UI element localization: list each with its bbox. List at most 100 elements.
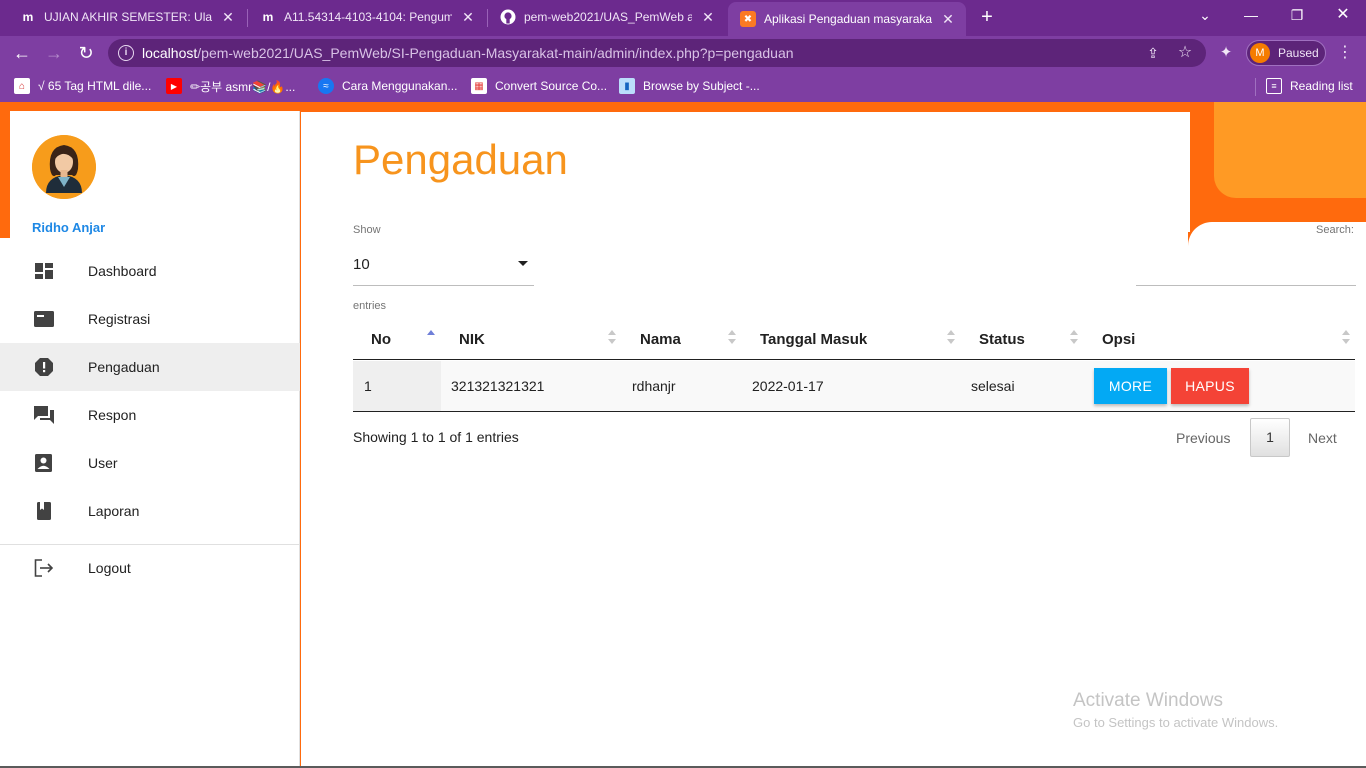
column-header-status[interactable]: Status [961,318,1085,360]
cell-status: selesai [971,378,1015,394]
sidebar-item-label: Respon [88,407,137,423]
bookmark-label: Browse by Subject -... [643,79,760,93]
close-icon[interactable]: ✕ [220,9,236,26]
column-header-label: Status [979,331,1025,348]
site-info-icon[interactable]: i [118,45,134,61]
column-header-label: Nama [640,331,681,348]
back-button[interactable]: ← [10,41,34,65]
sidebar-item-pengaduan[interactable]: Pengaduan [0,343,300,391]
menu-kebab-icon[interactable]: ⋮ [1336,44,1354,62]
moodle-icon: m [262,10,274,24]
youtube-icon: ▶ [166,78,182,94]
pagination-page-1[interactable]: 1 [1250,418,1290,457]
github-icon [500,9,516,25]
tab-title: A11.54314-4103-4104: Pengump [284,10,452,24]
url-path: /pem-web2021/UAS_PemWeb/SI-Pengaduan-Mas… [197,45,794,61]
sort-asc-icon [427,330,435,348]
document-icon: ▮ [619,78,635,94]
column-header-label: No [371,331,391,348]
sort-icon [947,330,955,348]
sidebar-item-label: User [88,455,118,471]
more-button[interactable]: MORE [1094,368,1167,404]
url-host: localhost [142,45,198,61]
sidebar-item-laporan[interactable]: Laporan [0,487,300,535]
column-header-nama[interactable]: Nama [622,318,742,360]
bookmark-cara-menggunakan[interactable]: ≈ Cara Menggunakan... [318,77,457,95]
tab-title: pem-web2021/UAS_PemWeb at [524,10,692,24]
reading-list-label: Reading list [1290,79,1353,93]
close-icon[interactable]: ✕ [940,11,956,28]
close-icon[interactable]: ✕ [700,9,716,26]
page-background: Ridho Anjar Dashboard Registrasi Pengadu… [0,102,1366,768]
reload-button[interactable]: ↻ [74,41,98,65]
tab-search-icon[interactable]: ⌄ [1182,0,1228,30]
pagination-next[interactable]: Next [1308,430,1337,446]
bookmark-browse-subject[interactable]: ▮ Browse by Subject -... [619,77,760,95]
reading-list-icon: ≡ [1266,78,1282,94]
browser-tab-aplikasi[interactable]: ✖ Aplikasi Pengaduan masyarakat ✕ [728,2,966,36]
profile-avatar: M [1250,43,1270,63]
sort-icon [1342,330,1350,348]
reading-list-button[interactable]: ≡ Reading list [1266,77,1353,95]
share-icon[interactable]: ⇪ [1144,44,1162,62]
cell-nik: 321321321321 [451,378,545,394]
bookmark-label: ✏공부 asmr📚/🔥... [190,79,296,94]
orange-decoration [1214,102,1366,198]
alert-icon [35,358,53,376]
bookmark-html-tags[interactable]: ⌂ √ 65 Tag HTML dile... [14,77,151,95]
column-header-tanggal-masuk[interactable]: Tanggal Masuk [742,318,961,360]
bookmarks-bar: ⌂ √ 65 Tag HTML dile... ▶ ✏공부 asmr📚/🔥...… [0,70,1366,102]
column-header-nik[interactable]: NIK [441,318,622,360]
sidebar-item-dashboard[interactable]: Dashboard [0,247,300,295]
tab-title: UJIAN AKHIR SEMESTER: Ulasan p [44,10,212,24]
browser-tab-a11[interactable]: m A11.54314-4103-4104: Pengump ✕ [248,0,486,34]
browser-tab-github[interactable]: pem-web2021/UAS_PemWeb at ✕ [488,0,726,34]
sidebar-item-label: Registrasi [88,311,151,327]
book-icon [37,502,51,520]
page-size-select[interactable]: 10 [353,248,534,286]
color-app-icon: ▦ [471,78,487,94]
close-icon[interactable]: ✕ [460,9,476,26]
logout-label: Logout [88,560,131,576]
column-header-opsi[interactable]: Opsi [1085,318,1355,360]
logout-button[interactable]: Logout [0,544,300,592]
maximize-button[interactable]: ❐ [1274,0,1320,30]
page-size-value: 10 [353,256,370,273]
close-window-button[interactable]: ✕ [1320,0,1366,30]
forward-button[interactable]: → [42,41,66,65]
sidebar-item-registrasi[interactable]: Registrasi [0,295,300,343]
search-input[interactable] [1136,248,1356,286]
cell-nama: rdhanjr [632,378,676,394]
new-tab-button[interactable]: + [976,6,998,28]
url-text[interactable]: localhost/pem-web2021/UAS_PemWeb/SI-Peng… [142,45,794,61]
browser-tab-ujian[interactable]: m UJIAN AKHIR SEMESTER: Ulasan p ✕ [8,0,246,34]
extensions-icon[interactable]: ✦ [1217,44,1235,62]
bookmark-youtube[interactable]: ▶ ✏공부 asmr📚/🔥... [166,77,295,95]
profile-status: Paused [1278,46,1319,60]
pagination-previous[interactable]: Previous [1176,430,1230,446]
sidebar-user-name: Ridho Anjar [32,220,106,235]
table-row: 1 321321321321 rdhanjr 2022-01-17 selesa… [353,361,1355,412]
avatar [32,135,96,199]
column-header-no[interactable]: No [353,318,441,360]
sidebar-item-user[interactable]: User [0,439,300,487]
browser-tab-bar: m UJIAN AKHIR SEMESTER: Ulasan p ✕ m A11… [0,0,1366,36]
sort-icon [1070,330,1078,348]
table-info: Showing 1 to 1 of 1 entries [353,429,519,445]
user-avatar-icon [32,135,96,199]
bookmark-convert-source[interactable]: ▦ Convert Source Co... [471,77,607,95]
minimize-button[interactable]: — [1228,0,1274,30]
bookmark-label: √ 65 Tag HTML dile... [38,79,152,93]
bookmark-star-icon[interactable]: ☆ [1176,44,1194,62]
sort-icon [728,330,736,348]
card-icon [34,311,54,327]
url-omnibox[interactable]: i localhost/pem-web2021/UAS_PemWeb/SI-Pe… [108,39,1206,67]
column-header-label: Opsi [1102,331,1136,348]
bookmark-label: Convert Source Co... [495,79,608,93]
logout-icon [34,559,54,577]
sidebar-item-respon[interactable]: Respon [0,391,300,439]
caret-down-icon [518,261,528,266]
profile-button[interactable]: M Paused [1246,40,1326,66]
hapus-button[interactable]: HAPUS [1171,368,1249,404]
search-label: Search: [1316,224,1354,236]
